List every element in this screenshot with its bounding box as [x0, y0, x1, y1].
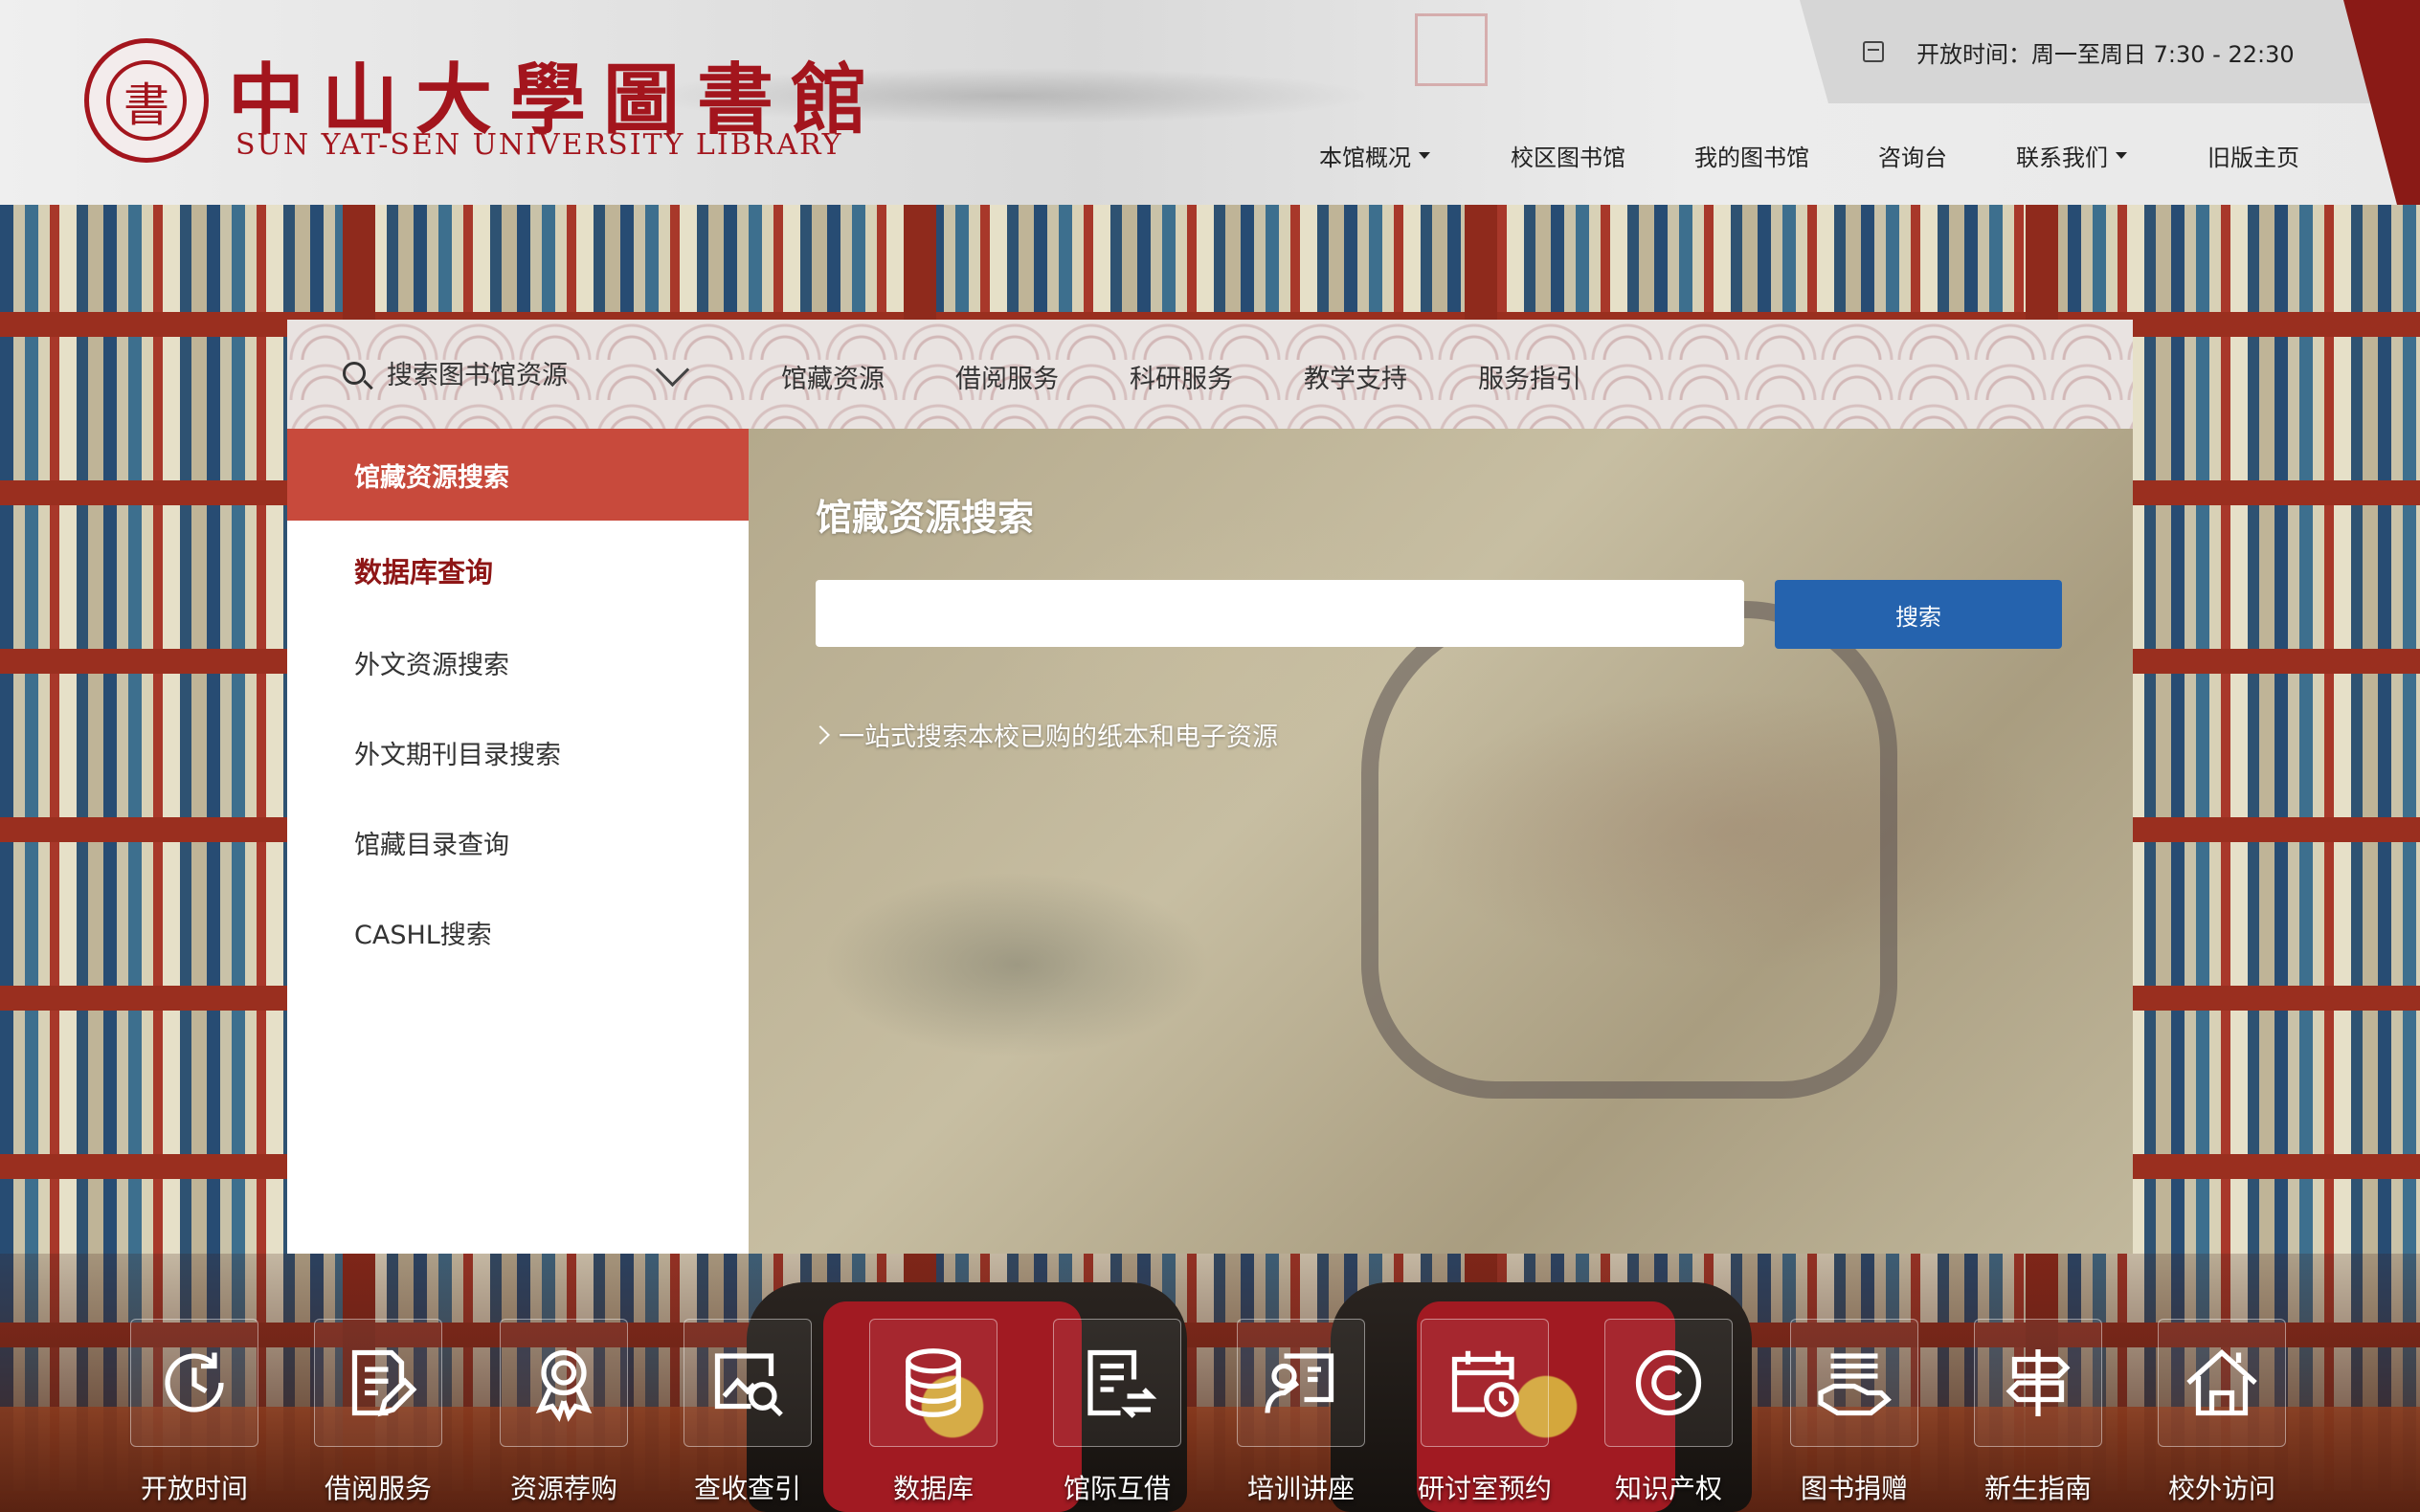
search-description-text: 一站式搜索本校已购的纸本和电子资源	[839, 723, 1278, 752]
quick-link-recommend[interactable]: 资源荐购	[492, 1319, 636, 1512]
document-exchange-icon	[1053, 1319, 1181, 1447]
quick-link-donation[interactable]: 图书捐赠	[1782, 1319, 1926, 1512]
panel-tab-bar: 搜索图书馆资源 馆藏资源 借阅服务 科研服务 教学支持 服务指引	[287, 320, 2133, 429]
clock-refresh-icon	[130, 1319, 258, 1447]
nav-contact[interactable]: 联系我们	[2016, 138, 2127, 172]
search-scope-label: 搜索图书馆资源	[387, 361, 568, 390]
database-icon	[869, 1319, 997, 1447]
nav-old-homepage[interactable]: 旧版主页	[2207, 138, 2299, 172]
quick-link-label: 查收查引	[693, 1473, 801, 1504]
calendar-icon	[1863, 41, 1884, 62]
quick-link-label: 馆际互借	[1063, 1473, 1171, 1504]
quick-link-label: 新生指南	[1983, 1473, 2092, 1504]
site-header: 書 中山大學圖書館 SUN YAT-SEN UNIVERSITY LIBRARY…	[0, 0, 2420, 205]
quick-link-training[interactable]: 培训讲座	[1229, 1319, 1373, 1512]
search-button[interactable]: 搜索	[1775, 580, 2062, 649]
presenter-board-icon	[1237, 1319, 1365, 1447]
quick-link-opening-hours[interactable]: 开放时间	[123, 1319, 266, 1512]
search-input[interactable]	[816, 580, 1744, 647]
sidebar-item-catalog-query[interactable]: 馆藏目录查询	[287, 796, 749, 888]
quick-link-borrowing[interactable]: 借阅服务	[306, 1319, 450, 1512]
content-title: 馆藏资源搜索	[816, 497, 1035, 539]
search-description: 一站式搜索本校已购的纸本和电子资源	[811, 716, 1278, 753]
quick-link-freshman[interactable]: 新生指南	[1966, 1319, 2110, 1512]
nav-about[interactable]: 本馆概况	[1319, 138, 1430, 172]
chevron-down-icon	[2116, 151, 2127, 159]
copyright-icon	[1604, 1319, 1733, 1447]
nav-help-desk[interactable]: 咨询台	[1878, 138, 1947, 172]
nav-campus-libraries-label: 校区图书馆	[1511, 144, 1625, 171]
quick-link-room-booking[interactable]: 研讨室预约	[1413, 1319, 1557, 1512]
sidebar-item-foreign-resources[interactable]: 外文资源搜索	[287, 616, 749, 708]
tab-borrowing[interactable]: 借阅服务	[955, 358, 1059, 395]
quick-link-label: 开放时间	[140, 1473, 248, 1504]
sidebar-item-foreign-journals[interactable]: 外文期刊目录搜索	[287, 706, 749, 798]
seal-decoration	[1415, 13, 1488, 86]
quick-link-label: 研讨室预约	[1417, 1473, 1552, 1504]
quick-link-remote-access[interactable]: 校外访问	[2150, 1319, 2294, 1512]
home-network-icon	[2158, 1319, 2286, 1447]
nav-contact-label: 联系我们	[2016, 144, 2108, 171]
tab-teaching[interactable]: 教学支持	[1304, 358, 1407, 395]
quick-link-ip[interactable]: 知识产权	[1597, 1319, 1740, 1512]
award-ribbon-icon	[500, 1319, 628, 1447]
quick-link-interlibrary[interactable]: 馆际互借	[1045, 1319, 1189, 1512]
hand-books-icon	[1790, 1319, 1918, 1447]
nav-my-library[interactable]: 我的图书馆	[1694, 138, 1809, 172]
chevron-down-icon[interactable]	[655, 352, 690, 388]
quick-link-label: 借阅服务	[324, 1473, 432, 1504]
quick-link-label: 知识产权	[1614, 1473, 1722, 1504]
quick-link-label: 校外访问	[2167, 1473, 2275, 1504]
sidebar-item-collection-search[interactable]: 馆藏资源搜索	[287, 429, 749, 521]
search-icon	[343, 361, 366, 385]
logo-seal-icon: 書	[106, 60, 187, 141]
tab-collections[interactable]: 馆藏资源	[781, 358, 885, 395]
quick-link-citation[interactable]: 查收查引	[676, 1319, 819, 1512]
search-scope-selector[interactable]: 搜索图书馆资源	[343, 354, 568, 391]
quick-link-label: 资源荐购	[509, 1473, 617, 1504]
quick-link-label: 培训讲座	[1246, 1473, 1355, 1504]
document-edit-icon	[314, 1319, 442, 1447]
library-logo-english[interactable]: SUN YAT-SEN UNIVERSITY LIBRARY	[235, 128, 842, 162]
nav-help-desk-label: 咨询台	[1878, 144, 1947, 171]
quick-link-label: 数据库	[892, 1473, 974, 1504]
calendar-clock-icon	[1421, 1319, 1549, 1447]
chevron-down-icon	[1419, 151, 1430, 159]
search-content-area: 馆藏资源搜索 搜索 一站式搜索本校已购的纸本和电子资源	[749, 429, 2133, 1254]
search-type-sidebar: 馆藏资源搜索 数据库查询 外文资源搜索 外文期刊目录搜索 馆藏目录查询 CASH…	[287, 429, 749, 1254]
sidebar-item-cashl-search[interactable]: CASHL搜索	[287, 886, 749, 978]
quick-link-database[interactable]: 数据库	[862, 1319, 1005, 1512]
opening-hours: 开放时间：周一至周日 7:30 - 22:30	[1800, 0, 2374, 103]
nav-old-homepage-label: 旧版主页	[2207, 144, 2299, 171]
nav-campus-libraries[interactable]: 校区图书馆	[1511, 138, 1625, 172]
library-logo-emblem[interactable]: 書	[84, 38, 209, 163]
opening-hours-text: 开放时间：周一至周日 7:30 - 22:30	[1916, 40, 2295, 68]
sidebar-item-database-query[interactable]: 数据库查询	[287, 524, 749, 616]
chevron-right-icon	[811, 724, 830, 745]
quick-link-label: 图书捐赠	[1800, 1473, 1908, 1504]
tab-research[interactable]: 科研服务	[1130, 358, 1233, 395]
tab-guide[interactable]: 服务指引	[1478, 358, 1581, 395]
search-panel: 搜索图书馆资源 馆藏资源 借阅服务 科研服务 教学支持 服务指引 馆藏资源搜索 …	[287, 320, 2133, 1254]
ancient-map-decoration	[1361, 601, 1897, 1099]
signpost-icon	[1974, 1319, 2102, 1447]
image-search-icon	[683, 1319, 812, 1447]
nav-my-library-label: 我的图书馆	[1694, 144, 1809, 171]
nav-about-label: 本馆概况	[1319, 144, 1411, 171]
